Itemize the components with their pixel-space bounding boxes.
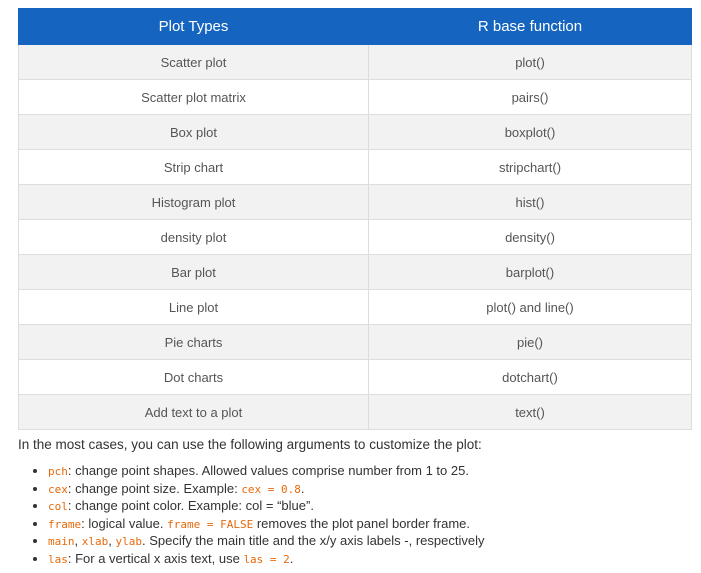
table-row: Histogram plot hist() bbox=[18, 184, 692, 220]
argument-code: cex bbox=[48, 482, 68, 496]
table-row: density plot density() bbox=[18, 219, 692, 255]
table-row: Scatter plot plot() bbox=[18, 44, 692, 80]
argument-text: removes the plot panel border frame. bbox=[253, 515, 470, 531]
plot-type-cell: Bar plot bbox=[18, 254, 369, 290]
argument-code: frame bbox=[48, 517, 82, 531]
table-row: Scatter plot matrix pairs() bbox=[18, 79, 692, 115]
r-function-cell: pie() bbox=[368, 324, 692, 360]
table-header: Plot Types R base function bbox=[18, 8, 692, 45]
argument-item: las: For a vertical x axis text, use las… bbox=[48, 550, 688, 568]
header-r-base-function: R base function bbox=[368, 8, 692, 45]
argument-text: : change point shapes. Allowed values co… bbox=[67, 463, 469, 478]
plot-type-cell: Strip chart bbox=[18, 149, 369, 185]
argument-code: pch bbox=[48, 465, 68, 478]
plot-type-cell: Box plot bbox=[18, 114, 369, 150]
table-body: Scatter plot plot() Scatter plot matrix pai… bbox=[18, 44, 692, 430]
plot-type-cell: Scatter plot bbox=[18, 44, 369, 80]
plot-type-cell: density plot bbox=[18, 219, 369, 255]
plot-type-cell: Pie charts bbox=[18, 324, 369, 360]
table-row: Bar plot barplot() bbox=[18, 254, 692, 290]
argument-item: main, xlab, ylab. Specify the main title… bbox=[48, 532, 688, 550]
argument-text: : change point size. Example: bbox=[67, 480, 242, 496]
r-function-cell: barplot() bbox=[368, 254, 692, 290]
table-row: Dot charts dotchart() bbox=[18, 359, 692, 395]
argument-code: ylab bbox=[115, 535, 142, 549]
argument-item: frame: logical value. frame = FALSE remo… bbox=[48, 515, 688, 533]
argument-item: cex: change point size. Example: cex = 0… bbox=[48, 480, 688, 498]
table-row: Strip chart stripchart() bbox=[18, 149, 692, 185]
plot-types-table: Plot Types R base function Scatter plot p… bbox=[18, 8, 692, 430]
plot-type-cell: Scatter plot matrix bbox=[18, 79, 369, 115]
argument-code: frame = FALSE bbox=[167, 517, 254, 531]
table-row: Add text to a plot text() bbox=[18, 394, 692, 430]
table-row: Line plot plot() and line() bbox=[18, 289, 692, 325]
argument-text: . bbox=[300, 480, 305, 496]
r-function-cell: dotchart() bbox=[368, 359, 692, 395]
r-function-cell: text() bbox=[368, 394, 692, 430]
r-function-cell: hist() bbox=[368, 184, 692, 220]
argument-text: . bbox=[289, 550, 294, 566]
argument-code: cex = 0.8 bbox=[241, 482, 301, 496]
argument-text: : logical value. bbox=[81, 515, 168, 531]
argument-text: : For a vertical x axis text, use bbox=[67, 550, 244, 566]
r-function-cell: pairs() bbox=[368, 79, 692, 115]
argument-code: xlab bbox=[81, 535, 109, 549]
intro-text: In the most cases, you can use the follo… bbox=[18, 437, 482, 452]
plot-type-cell: Histogram plot bbox=[18, 184, 369, 220]
argument-item: pch: change point shapes. Allowed values… bbox=[48, 462, 688, 480]
table-header-row: Plot Types R base function bbox=[18, 8, 692, 45]
r-function-cell: plot() bbox=[368, 44, 692, 80]
table-row: Box plot boxplot() bbox=[18, 114, 692, 150]
r-function-cell: plot() and line() bbox=[368, 289, 692, 325]
r-function-cell: boxplot() bbox=[368, 114, 692, 150]
table-row: Pie charts pie() bbox=[18, 324, 692, 360]
plot-type-cell: Add text to a plot bbox=[18, 394, 369, 430]
r-function-cell: density() bbox=[368, 219, 692, 255]
argument-item: col: change point color. Example: col = … bbox=[48, 497, 688, 515]
plot-type-cell: Line plot bbox=[18, 289, 369, 325]
argument-code: las = 2 bbox=[243, 552, 290, 566]
argument-code: col bbox=[48, 500, 68, 514]
argument-text: : change point color. Example: col = “bl… bbox=[67, 498, 314, 514]
r-function-cell: stripchart() bbox=[368, 149, 692, 185]
argument-text: , bbox=[74, 533, 82, 549]
argument-code: las bbox=[48, 552, 68, 566]
plot-type-cell: Dot charts bbox=[18, 359, 369, 395]
header-plot-types: Plot Types bbox=[18, 8, 369, 45]
argument-code: main bbox=[48, 535, 75, 549]
plot-types-table-container: Plot Types R base function Scatter plot p… bbox=[18, 8, 692, 430]
argument-text: . Specify the main title and the x/y axi… bbox=[141, 533, 485, 549]
arguments-list: pch: change point shapes. Allowed values… bbox=[18, 462, 688, 568]
